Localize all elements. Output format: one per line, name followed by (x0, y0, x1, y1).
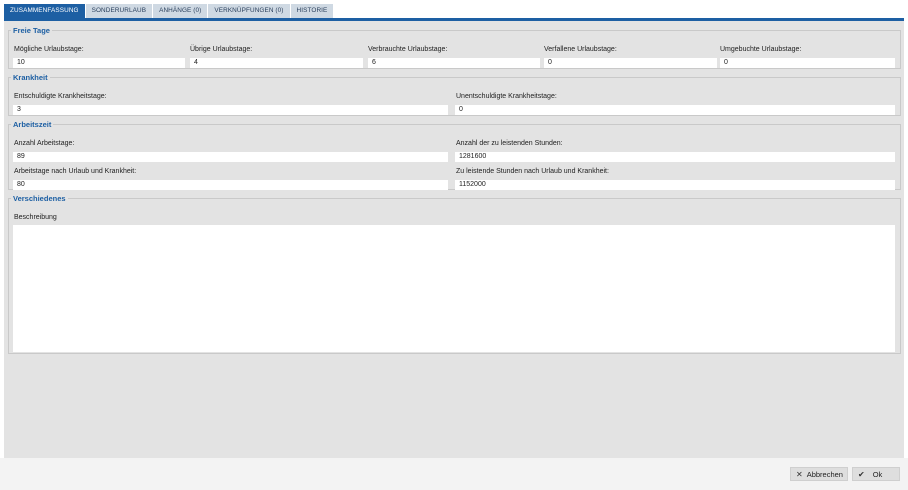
beschreibung-label: Beschreibung (14, 214, 57, 221)
tab-verknuepfungen[interactable]: VERKNÜPFUNGEN (0) (208, 4, 290, 18)
stunden-nach-urlaub-field[interactable]: 1152000 (455, 180, 895, 190)
krankheit-group: Krankheit Entschuldigte Krankheitstage: … (8, 73, 901, 116)
uebrige-urlaubstage-label: Übrige Urlaubstage: (190, 46, 253, 53)
beschreibung-textarea[interactable] (13, 225, 895, 352)
cancel-button[interactable]: ✕ Abbrechen (790, 467, 848, 481)
ok-button[interactable]: ✔ Ok (852, 467, 900, 481)
umgebuchte-urlaubstage-label: Umgebuchte Urlaubstage: (720, 46, 802, 53)
anzahl-stunden-label: Anzahl der zu leistenden Stunden: (456, 140, 563, 147)
arbeitszeit-group: Arbeitszeit Anzahl Arbeitstage: 89 Anzah… (8, 120, 901, 190)
ok-button-label: Ok (872, 469, 883, 479)
arbeitstage-nach-urlaub-label: Arbeitstage nach Urlaub und Krankheit: (14, 168, 137, 175)
verbrauchte-urlaubstage-label: Verbrauchte Urlaubstage: (368, 46, 448, 53)
check-icon: ✔ (858, 469, 865, 479)
moegliche-urlaubstage-field[interactable]: 10 (13, 58, 185, 68)
tab-sonderurlaub[interactable]: SONDERURLAUB (85, 4, 153, 18)
tab-zusammenfassung[interactable]: ZUSAMMENFASSUNG (4, 4, 85, 18)
verbrauchte-urlaubstage-field[interactable]: 6 (368, 58, 540, 68)
unentschuldigte-krankheitstage-field[interactable]: 0 (455, 105, 895, 115)
tab-historie[interactable]: HISTORIE (290, 4, 334, 18)
verfallene-urlaubstage-field[interactable]: 0 (544, 58, 717, 68)
entschuldigte-krankheitstage-field[interactable]: 3 (13, 105, 448, 115)
freie-tage-group: Freie Tage Mögliche Urlaubstage: 10 Übri… (8, 26, 901, 69)
arbeitszeit-title: Arbeitszeit (13, 120, 52, 129)
dialog-footer: ✕ Abbrechen ✔ Ok (0, 458, 908, 490)
close-icon: ✕ (796, 469, 803, 479)
umgebuchte-urlaubstage-field[interactable]: 0 (720, 58, 895, 68)
entschuldigte-krankheitstage-label: Entschuldigte Krankheitstage: (14, 93, 107, 100)
krankheit-title: Krankheit (13, 73, 48, 82)
verschiedenes-group: Verschiedenes Beschreibung (8, 194, 901, 354)
freie-tage-title: Freie Tage (13, 26, 50, 35)
anzahl-stunden-field[interactable]: 1281600 (455, 152, 895, 162)
tab-bar: ZUSAMMENFASSUNG SONDERURLAUB ANHÄNGE (0)… (4, 4, 334, 18)
moegliche-urlaubstage-label: Mögliche Urlaubstage: (14, 46, 84, 53)
stunden-nach-urlaub-label: Zu leistende Stunden nach Urlaub und Kra… (456, 168, 609, 175)
uebrige-urlaubstage-field[interactable]: 4 (190, 58, 363, 68)
anzahl-arbeitstage-field[interactable]: 89 (13, 152, 448, 162)
tab-anhaenge[interactable]: ANHÄNGE (0) (153, 4, 208, 18)
verfallene-urlaubstage-label: Verfallene Urlaubstage: (544, 46, 617, 53)
summary-panel: Freie Tage Mögliche Urlaubstage: 10 Übri… (4, 21, 904, 458)
unentschuldigte-krankheitstage-label: Unentschuldigte Krankheitstage: (456, 93, 557, 100)
anzahl-arbeitstage-label: Anzahl Arbeitstage: (14, 140, 75, 147)
verschiedenes-title: Verschiedenes (13, 194, 66, 203)
cancel-button-label: Abbrechen (806, 469, 843, 479)
arbeitstage-nach-urlaub-field[interactable]: 80 (13, 180, 448, 190)
